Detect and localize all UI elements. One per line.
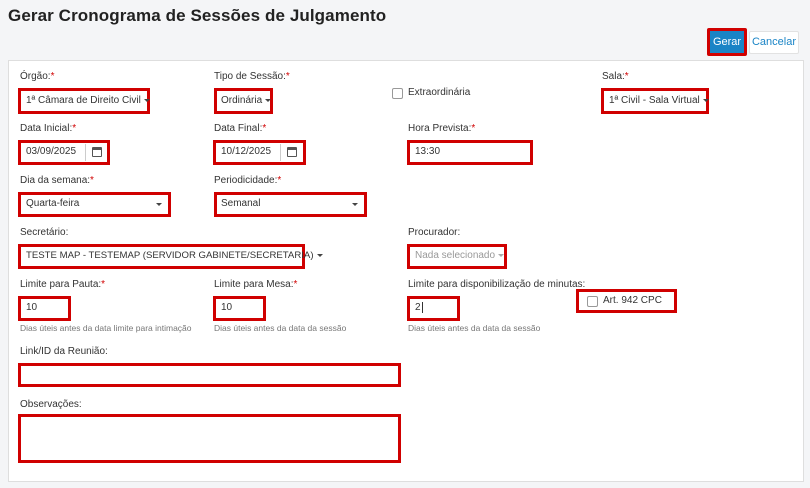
gerar-button[interactable]: Gerar bbox=[707, 28, 747, 56]
caret-down-icon bbox=[498, 254, 505, 257]
periodicidade-label: Periodicidade:* bbox=[214, 175, 282, 186]
limite-minutas-help: Dias úteis antes da data da sessão bbox=[408, 323, 541, 333]
data-final-input[interactable]: 10/12/2025 bbox=[213, 140, 306, 165]
calendar-icon[interactable] bbox=[287, 147, 297, 157]
caret-down-icon bbox=[316, 254, 323, 257]
limite-pauta-label: Limite para Pauta:* bbox=[20, 279, 106, 290]
limite-mesa-help: Dias úteis antes da data da sessão bbox=[214, 323, 347, 333]
tipo-sessao-label: Tipo de Sessão:* bbox=[214, 71, 290, 82]
periodicidade-value: Semanal bbox=[221, 198, 261, 209]
hora-prevista-value: 13:30 bbox=[415, 146, 441, 157]
sala-select[interactable]: 1ª Civil - Sala Virtual bbox=[601, 88, 709, 114]
tipo-sessao-value: Ordinária bbox=[221, 95, 263, 106]
cancelar-button[interactable]: Cancelar bbox=[749, 31, 799, 54]
tipo-sessao-select[interactable]: Ordinária bbox=[214, 88, 273, 114]
limite-pauta-input[interactable]: 10 bbox=[18, 296, 71, 321]
limite-minutas-input[interactable]: 2 bbox=[407, 296, 460, 321]
secretario-label: Secretário: bbox=[20, 227, 69, 238]
orgao-label: Órgão:* bbox=[20, 71, 55, 82]
link-reuniao-label: Link/ID da Reunião: bbox=[20, 346, 108, 357]
procurador-select[interactable]: Nada selecionado bbox=[407, 244, 507, 269]
dia-semana-value: Quarta-feira bbox=[26, 198, 80, 209]
dia-semana-select[interactable]: Quarta-feira bbox=[18, 192, 171, 217]
data-inicial-label: Data Inicial:* bbox=[20, 123, 77, 134]
limite-pauta-value: 10 bbox=[26, 302, 38, 313]
periodicidade-select[interactable]: Semanal bbox=[214, 192, 367, 217]
caret-down-icon bbox=[352, 203, 358, 206]
data-final-value: 10/12/2025 bbox=[221, 146, 272, 157]
limite-mesa-input[interactable]: 10 bbox=[213, 296, 266, 321]
hora-prevista-input[interactable]: 13:30 bbox=[407, 140, 533, 165]
caret-down-icon bbox=[143, 99, 150, 102]
caret-down-icon bbox=[702, 99, 709, 102]
extraordinaria-label: Extraordinária bbox=[408, 87, 471, 98]
limite-pauta-help: Dias úteis antes da data limite para int… bbox=[20, 323, 192, 333]
art942-option[interactable]: Art. 942 CPC bbox=[576, 289, 677, 313]
data-inicial-input[interactable]: 03/09/2025 bbox=[18, 140, 110, 165]
sala-label: Sala:* bbox=[602, 71, 629, 82]
orgao-value: 1ª Câmara de Direito Civil bbox=[26, 95, 141, 106]
art942-label: Art. 942 CPC bbox=[603, 295, 662, 306]
limite-mesa-value: 10 bbox=[221, 302, 233, 313]
dia-semana-label: Dia da semana:* bbox=[20, 175, 94, 186]
calendar-icon[interactable] bbox=[92, 147, 102, 157]
secretario-select[interactable]: TESTE MAP - TESTEMAP (SERVIDOR GABINETE/… bbox=[18, 244, 323, 269]
data-final-label: Data Final:* bbox=[214, 123, 267, 134]
orgao-select[interactable]: 1ª Câmara de Direito Civil bbox=[18, 88, 150, 114]
page-title: Gerar Cronograma de Sessões de Julgament… bbox=[8, 6, 387, 25]
limite-mesa-label: Limite para Mesa:* bbox=[214, 279, 298, 290]
limite-minutas-value: 2 bbox=[415, 302, 421, 313]
link-reuniao-input[interactable] bbox=[18, 363, 401, 387]
caret-down-icon bbox=[156, 203, 162, 206]
data-inicial-value: 03/09/2025 bbox=[26, 146, 77, 157]
extraordinaria-checkbox[interactable] bbox=[392, 88, 403, 99]
procurador-placeholder: Nada selecionado bbox=[415, 250, 496, 261]
limite-minutas-label: Limite para disponibilização de minutas: bbox=[408, 279, 586, 290]
secretario-value: TESTE MAP - TESTEMAP (SERVIDOR GABINETE/… bbox=[26, 250, 314, 261]
sala-value: 1ª Civil - Sala Virtual bbox=[609, 95, 700, 106]
procurador-label: Procurador: bbox=[408, 227, 461, 238]
art942-checkbox[interactable] bbox=[587, 296, 598, 307]
text-cursor bbox=[421, 302, 423, 313]
observacoes-label: Observações: bbox=[20, 399, 82, 410]
observacoes-textarea[interactable] bbox=[18, 414, 401, 463]
hora-prevista-label: Hora Prevista:* bbox=[408, 123, 476, 134]
caret-down-icon bbox=[265, 99, 272, 102]
